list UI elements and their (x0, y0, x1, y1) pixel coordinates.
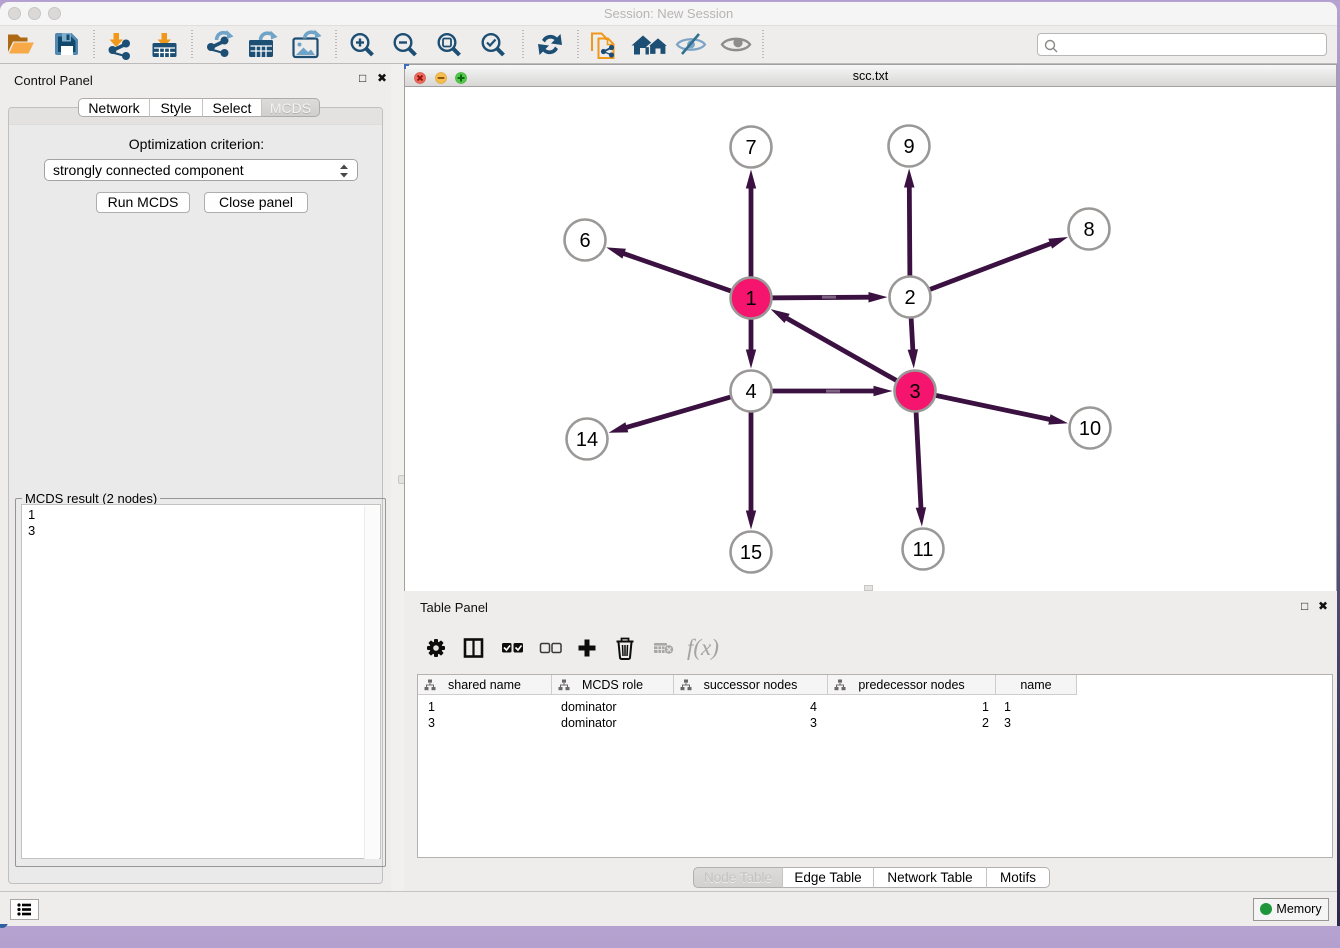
svg-text:6: 6 (579, 230, 590, 252)
svg-text:10: 10 (1079, 418, 1101, 440)
svg-text:11: 11 (913, 539, 934, 561)
svg-text:3: 3 (909, 381, 920, 403)
svg-text:9: 9 (903, 136, 914, 158)
svg-text:14: 14 (576, 429, 598, 451)
svg-text:4: 4 (745, 381, 756, 403)
svg-text:1: 1 (745, 288, 756, 310)
svg-text:2: 2 (904, 287, 915, 309)
svg-text:8: 8 (1083, 219, 1094, 241)
svg-text:f(x): f(x) (687, 635, 719, 660)
svg-text:7: 7 (745, 137, 756, 159)
svg-text:15: 15 (740, 542, 762, 564)
